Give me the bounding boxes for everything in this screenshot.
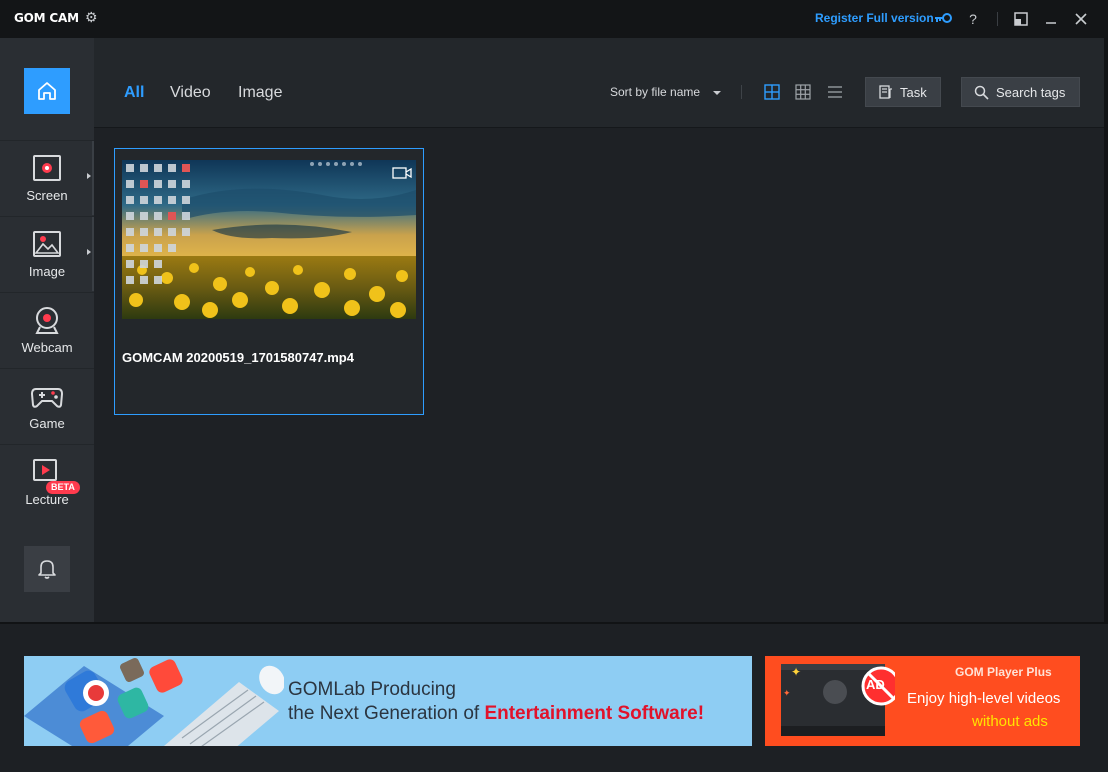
tab-video[interactable]: Video <box>170 84 211 102</box>
gom-player-plus-brand: GOM Player Plus <box>955 665 1052 679</box>
app-logo: GOM CAM <box>14 11 79 25</box>
titlebar-divider <box>997 12 998 26</box>
sidebar-item-image[interactable]: Image <box>0 216 94 292</box>
sidebar-item-label: Game <box>29 416 65 431</box>
expand-arrow-icon[interactable] <box>87 173 91 179</box>
settings-icon[interactable]: ⚙ <box>85 10 99 24</box>
file-card[interactable]: GOMCAM 20200519_1701580747.mp4 <box>114 148 424 415</box>
help-button[interactable]: ? <box>962 8 984 30</box>
gomcam-window: GOM CAM ⚙ Register Full version ? Screen… <box>0 0 1108 772</box>
gom-player-plus-ad[interactable]: ✦ ✦ AD GOM Player Plus Enjoy high-level … <box>765 656 1080 746</box>
small-grid-view-icon[interactable] <box>795 84 811 100</box>
large-grid-view-icon[interactable] <box>764 84 780 100</box>
tab-all[interactable]: All <box>124 84 144 102</box>
tab-image[interactable]: Image <box>238 84 282 102</box>
sidebar-item-screen[interactable]: Screen <box>0 140 94 216</box>
sidebar-item-webcam[interactable]: Webcam <box>0 292 94 368</box>
sidebar-item-label: Webcam <box>21 340 73 355</box>
image-capture-icon <box>33 231 61 257</box>
sunflower-field-thumbnail <box>122 160 416 319</box>
library-toolbar: All Video Image Sort by file name Task S… <box>94 38 1108 128</box>
sort-dropdown[interactable]: Sort by file name <box>610 85 700 99</box>
gomlab-banner-ad[interactable]: GOMLab Producing the Next Generation of … <box>24 656 752 746</box>
sidebar-item-game[interactable]: Game <box>0 368 94 444</box>
expand-arrow-icon[interactable] <box>87 249 91 255</box>
notification-button[interactable] <box>24 546 70 592</box>
gomlab-apps-illustration <box>24 658 284 746</box>
home-icon <box>38 82 56 100</box>
ad-subline: the Next Generation of Entertainment Sof… <box>288 703 704 725</box>
gom-player-screenshot-illustration: ✦ ✦ <box>781 664 895 736</box>
ad-badge: AD <box>866 677 885 692</box>
close-button[interactable] <box>1072 10 1090 28</box>
sidebar-item-lecture[interactable]: BETA Lecture <box>0 444 94 520</box>
video-type-icon <box>392 167 412 179</box>
video-thumbnail[interactable] <box>122 160 416 319</box>
search-tags-label: Search tags <box>996 84 1066 100</box>
sidebar-item-label: Lecture <box>25 492 69 507</box>
mini-mode-icon[interactable] <box>1012 10 1030 28</box>
ad-headline: GOMLab Producing <box>288 679 456 700</box>
sidebar-item-label: Image <box>28 264 66 279</box>
ad-subline-prefix: the Next Generation of <box>288 703 485 724</box>
svg-text:✦: ✦ <box>791 665 801 679</box>
chevron-down-icon[interactable] <box>713 91 721 95</box>
sidebar-item-label: Screen <box>26 188 68 203</box>
minimize-button[interactable] <box>1042 10 1060 28</box>
sidebar: Screen Image Webcam Game BETA Lecture <box>0 38 94 622</box>
file-name: GOMCAM 20200519_1701580747.mp4 <box>122 350 354 365</box>
svg-text:✦: ✦ <box>783 688 791 698</box>
ad-headline: Enjoy high-level videos <box>907 690 1061 707</box>
ad-bar: GOMLab Producing the Next Generation of … <box>0 622 1108 772</box>
title-bar: GOM CAM ⚙ Register Full version ? <box>0 0 1108 38</box>
ad-subline: without ads <box>972 713 1048 730</box>
screen-record-icon <box>33 155 61 181</box>
list-view-icon[interactable] <box>827 84 843 100</box>
webcam-icon <box>35 307 59 334</box>
register-full-version-link[interactable]: Register Full version <box>815 11 934 25</box>
search-tags-button[interactable]: Search tags <box>961 77 1080 107</box>
toolbar-divider <box>741 85 742 99</box>
gamepad-icon <box>30 388 64 408</box>
task-button-label: Task <box>900 84 927 100</box>
home-button[interactable] <box>24 68 70 114</box>
file-library: GOMCAM 20200519_1701580747.mp4 <box>94 129 1108 622</box>
task-button[interactable]: Task <box>865 77 941 107</box>
task-icon <box>879 85 892 99</box>
bell-icon <box>38 560 56 579</box>
ad-subline-highlight: Entertainment Software! <box>484 703 705 724</box>
search-icon <box>974 85 989 100</box>
key-icon[interactable] <box>934 11 952 25</box>
